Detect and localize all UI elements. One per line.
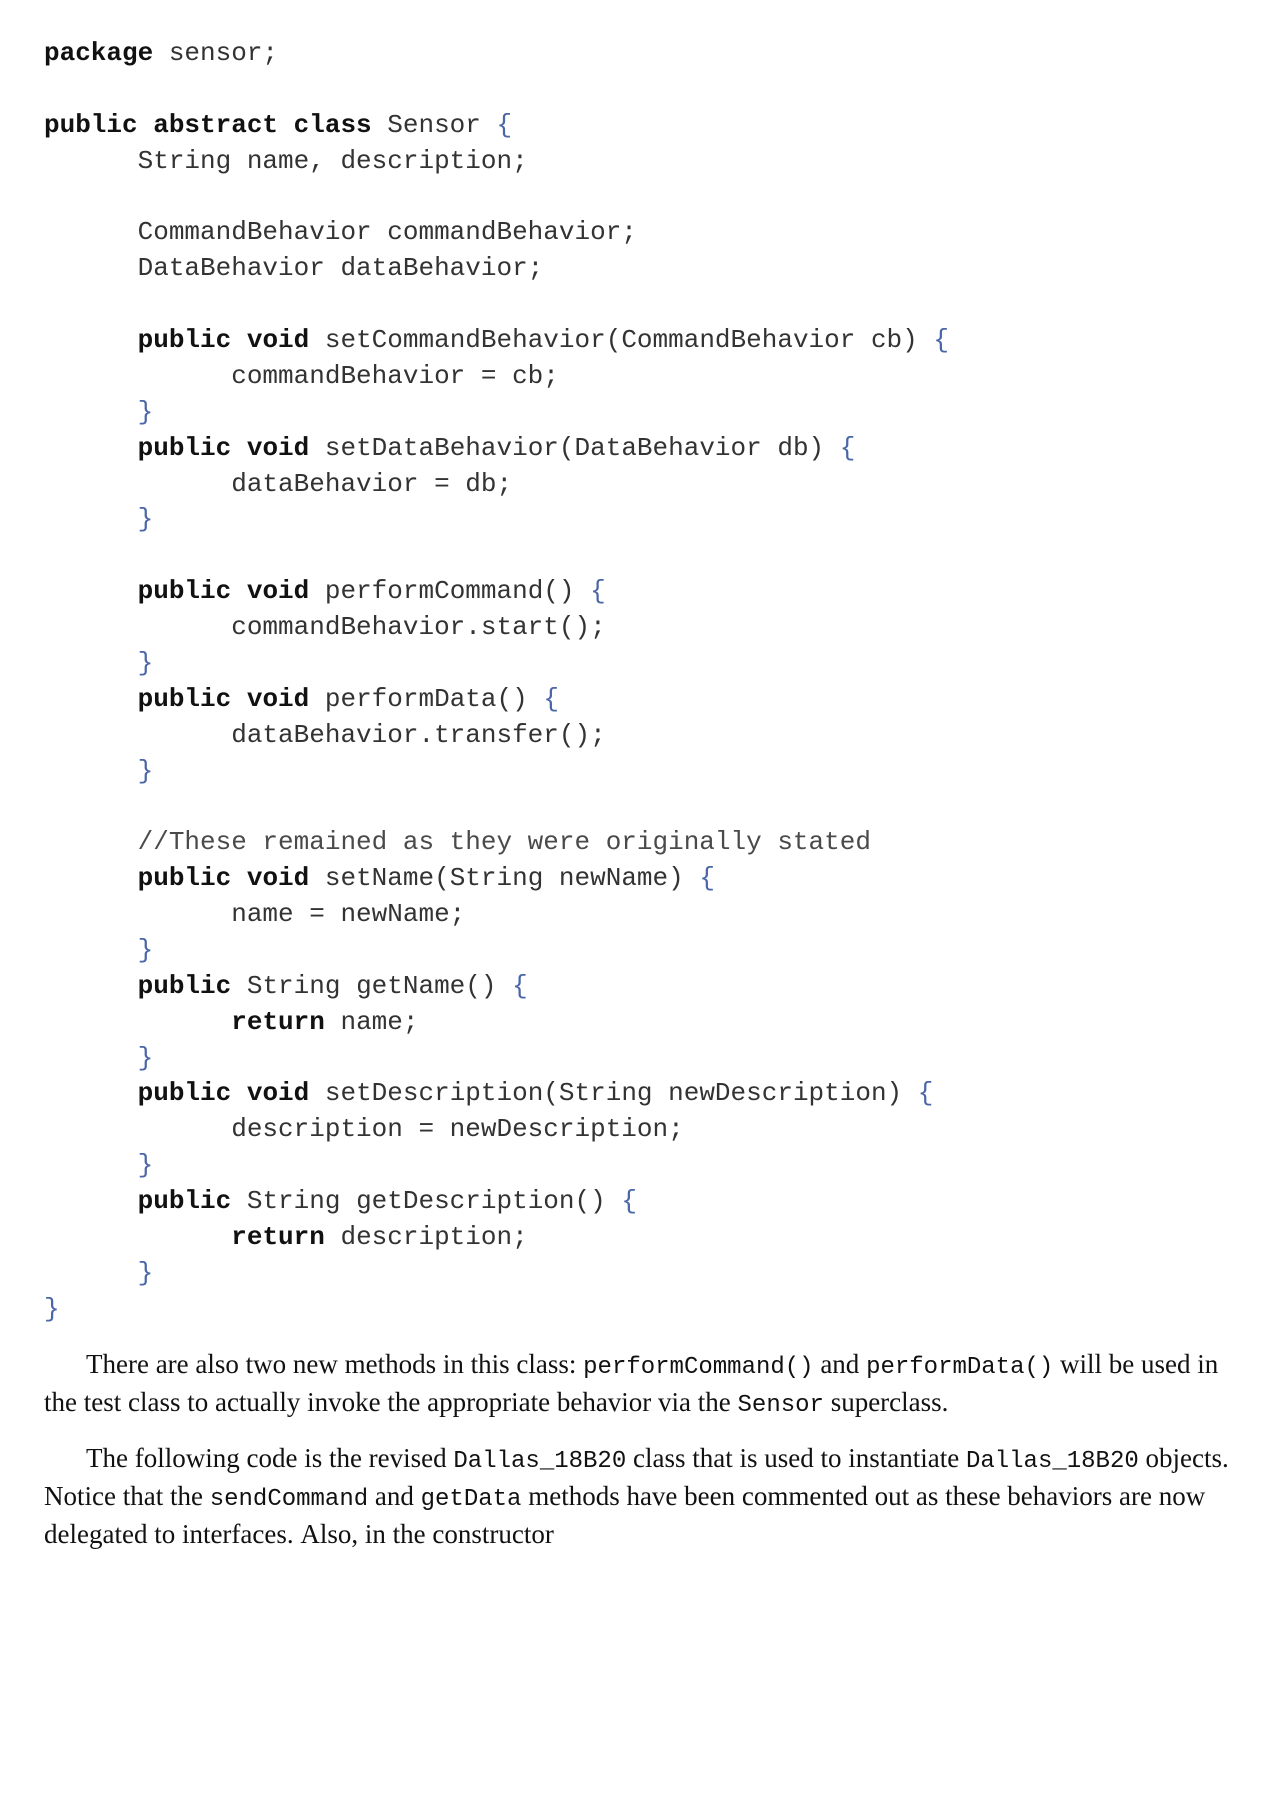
brace-open: {: [840, 433, 856, 463]
brace-open: {: [918, 1078, 934, 1108]
inline-code: performCommand(): [583, 1354, 813, 1381]
code-comment: //These remained as they were originally…: [44, 827, 871, 857]
code-text: setName(String newName): [309, 863, 699, 893]
code-text: sensor;: [153, 38, 278, 68]
code-text: [44, 935, 138, 965]
brace-close: }: [138, 935, 154, 965]
code-text: [44, 971, 138, 1001]
code-text: name;: [325, 1007, 419, 1037]
body-paragraph-1: There are also two new methods in this c…: [44, 1346, 1236, 1422]
inline-code: performData(): [866, 1354, 1053, 1381]
code-text: String getName(): [231, 971, 512, 1001]
inline-code: Dallas_18B20: [453, 1448, 626, 1475]
keyword-public-void: public void: [138, 576, 310, 606]
code-text: dataBehavior = db;: [44, 469, 512, 499]
keyword-public: public: [138, 971, 232, 1001]
code-text: String getDescription(): [231, 1186, 621, 1216]
code-text: DataBehavior dataBehavior;: [44, 253, 543, 283]
code-text: dataBehavior.transfer();: [44, 720, 606, 750]
code-text: setDescription(String newDescription): [309, 1078, 918, 1108]
code-text: [44, 1043, 138, 1073]
keyword-public-void: public void: [138, 433, 310, 463]
brace-open: {: [933, 325, 949, 355]
keyword-return: return: [231, 1222, 325, 1252]
code-text: [44, 863, 138, 893]
inline-code: sendCommand: [210, 1486, 368, 1513]
body-text: class that is used to instantiate: [626, 1443, 966, 1473]
keyword-return: return: [231, 1007, 325, 1037]
brace-open: {: [543, 684, 559, 714]
code-text: CommandBehavior commandBehavior;: [44, 217, 637, 247]
brace-close: }: [138, 397, 154, 427]
brace-open: {: [699, 863, 715, 893]
keyword-package: package: [44, 38, 153, 68]
body-text: The following code is the revised: [86, 1443, 453, 1473]
inline-code: Sensor: [738, 1392, 824, 1419]
body-text: and: [814, 1349, 866, 1379]
brace-open: {: [496, 110, 512, 140]
brace-open: {: [590, 576, 606, 606]
body-text: superclass.: [824, 1387, 948, 1417]
keyword-public-void: public void: [138, 1078, 310, 1108]
code-text: [44, 1150, 138, 1180]
body-text: and: [368, 1481, 420, 1511]
code-text: [44, 1186, 138, 1216]
brace-close: }: [44, 1294, 60, 1324]
brace-close: }: [138, 648, 154, 678]
brace-close: }: [138, 1258, 154, 1288]
code-text: [44, 756, 138, 786]
keyword-public-void: public void: [138, 684, 310, 714]
code-text: [44, 1007, 231, 1037]
code-text: description = newDescription;: [44, 1114, 684, 1144]
code-text: [44, 648, 138, 678]
code-text: commandBehavior = cb;: [44, 361, 559, 391]
code-text: [44, 1258, 138, 1288]
code-text: [44, 433, 138, 463]
brace-close: }: [138, 504, 154, 534]
code-text: performCommand(): [309, 576, 590, 606]
body-text: There are also two new methods in this c…: [86, 1349, 583, 1379]
code-text: Sensor: [372, 110, 497, 140]
code-text: [44, 684, 138, 714]
code-text: String name, description;: [44, 146, 528, 176]
brace-open: {: [621, 1186, 637, 1216]
keyword-public-void: public void: [138, 863, 310, 893]
keyword-class-decl: public abstract class: [44, 110, 372, 140]
code-listing: package sensor; public abstract class Se…: [44, 36, 1236, 1328]
code-text: performData(): [309, 684, 543, 714]
code-text: setDataBehavior(DataBehavior db): [309, 433, 840, 463]
inline-code: Dallas_18B20: [966, 1448, 1139, 1475]
inline-code: getData: [421, 1486, 522, 1513]
body-paragraph-2: The following code is the revised Dallas…: [44, 1440, 1236, 1553]
code-text: [44, 325, 138, 355]
keyword-public: public: [138, 1186, 232, 1216]
brace-close: }: [138, 1043, 154, 1073]
code-text: [44, 397, 138, 427]
code-text: [44, 1222, 231, 1252]
code-text: description;: [325, 1222, 528, 1252]
code-text: [44, 1078, 138, 1108]
code-text: setCommandBehavior(CommandBehavior cb): [309, 325, 933, 355]
code-text: commandBehavior.start();: [44, 612, 606, 642]
code-text: [44, 576, 138, 606]
brace-close: }: [138, 756, 154, 786]
brace-close: }: [138, 1150, 154, 1180]
code-text: [44, 504, 138, 534]
keyword-public-void: public void: [138, 325, 310, 355]
brace-open: {: [512, 971, 528, 1001]
code-text: name = newName;: [44, 899, 465, 929]
